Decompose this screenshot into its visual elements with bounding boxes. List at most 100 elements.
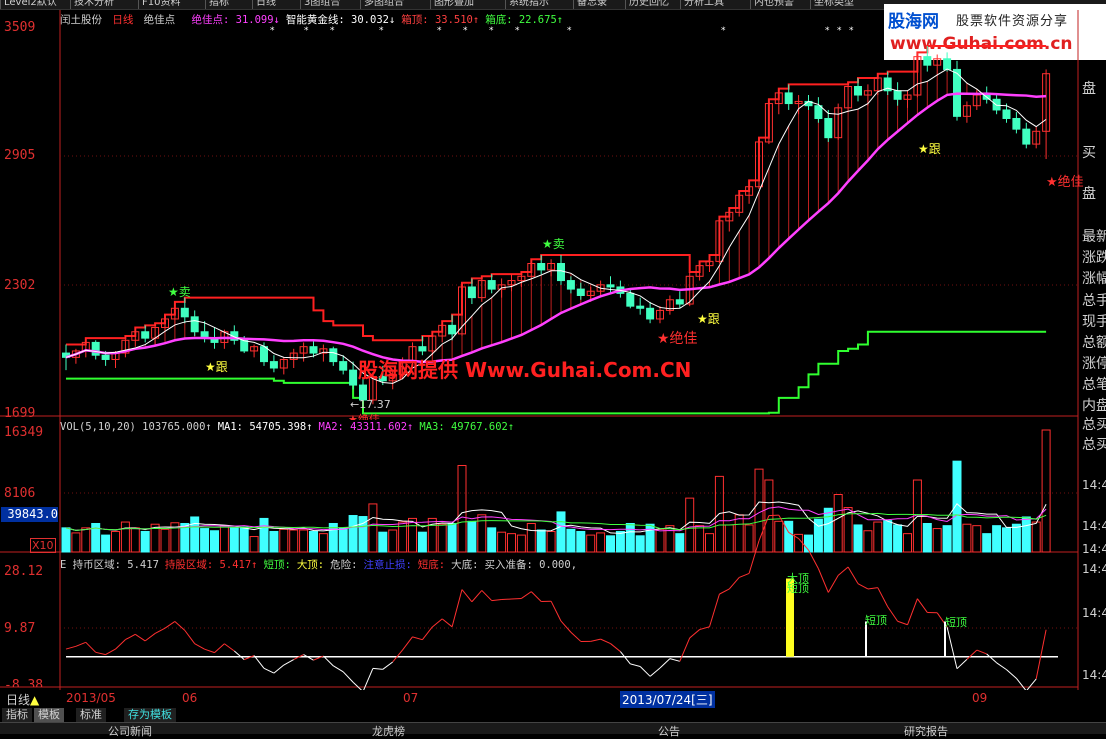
vol-bar-46	[517, 535, 525, 552]
date-09: 09	[972, 691, 987, 705]
menu-item-10[interactable]: 历史回忆	[625, 0, 669, 9]
vol-bar-32	[379, 532, 387, 552]
menu-item-8[interactable]: 系统指示	[505, 0, 549, 9]
vol-bar-62	[676, 534, 684, 552]
bottom-dragon-tiger[interactable]: 龙虎榜	[372, 723, 405, 739]
lower-axis-mid: 9.87	[4, 621, 35, 636]
vol-bar-51	[567, 529, 575, 552]
menu-item-11[interactable]: 分析工具	[680, 0, 724, 9]
vol-bar-93	[983, 534, 991, 552]
candle-91	[963, 101, 970, 122]
menu-item-5[interactable]: 3图组合	[300, 0, 340, 9]
candle-23	[290, 349, 297, 368]
top-dot-11: *	[837, 26, 842, 36]
osc-seg-59	[640, 666, 650, 676]
vol-bar-8	[141, 531, 149, 552]
vol-bar-58	[636, 536, 644, 552]
right-panel-item-8: 总额	[1082, 332, 1106, 352]
osc-seg-68	[729, 577, 739, 589]
signal-sell-1: ★卖	[168, 283, 191, 300]
menu-item-0[interactable]: Level2默认	[0, 0, 57, 9]
bottom-research[interactable]: 研究报告	[904, 723, 948, 739]
osc-seg-91	[957, 659, 967, 668]
tab-template[interactable]: 模板	[34, 708, 64, 722]
candle-81	[864, 84, 871, 105]
candle-84	[894, 82, 901, 105]
lower-legend-item-1: 持股区域: 5.417↑	[165, 559, 258, 571]
osc-seg-12	[175, 621, 185, 630]
date-06: 06	[182, 691, 197, 705]
vol-bar-96	[1012, 524, 1020, 552]
osc-seg-37	[422, 627, 432, 640]
right-panel-item-7: 现手	[1082, 311, 1106, 331]
bottom-announcement[interactable]: 公告	[658, 723, 680, 739]
vol-bar-17	[230, 528, 238, 552]
osc-seg-92	[967, 650, 977, 659]
menu-item-1[interactable]: 技术分析	[70, 0, 114, 9]
period-name: 日线	[112, 14, 133, 26]
lower-legend-item-5: 注意止损:	[363, 559, 411, 571]
main-legend-item-2: 箱顶: 33.510↑	[401, 14, 479, 26]
osc-seg-39	[442, 619, 452, 627]
lower-legend-item-8: 买入准备: 0.000,	[484, 559, 577, 571]
lower-legend-item-6: 短底:	[418, 559, 445, 571]
tab-standard[interactable]: 标准	[76, 708, 106, 722]
candle-24	[300, 342, 307, 361]
menu-item-13[interactable]: 坐标类型	[810, 0, 854, 9]
top-dot-5: *	[463, 26, 468, 36]
top-dot-9: *	[721, 26, 726, 36]
menu-item-9[interactable]: 备忘录	[573, 0, 607, 9]
right-panel-item-1: 买	[1082, 142, 1096, 162]
price-low-label: ←17.37	[350, 398, 391, 411]
candle-76	[815, 97, 822, 123]
vol-bar-59	[646, 524, 654, 552]
osc-seg-47	[521, 592, 531, 599]
stock-chart[interactable]: *************	[0, 10, 1080, 690]
menu-item-7[interactable]: 图形叠加	[430, 0, 474, 9]
vol-bar-7	[131, 528, 139, 552]
vol-bar-14	[201, 529, 209, 552]
vol-bar-40	[458, 466, 466, 552]
menu-item-12[interactable]: 内也预警	[750, 0, 794, 9]
cursor-date: 2013/07/24[三]	[620, 691, 715, 708]
vol-legend-item-2: MA2: 43311.602↑	[319, 421, 414, 433]
vol-legend-item-1: MA1: 54705.398↑	[218, 421, 313, 433]
vol-bar-64	[696, 526, 704, 552]
menu-item-2[interactable]: F10资料	[138, 0, 180, 9]
right-panel-item-6: 总手	[1082, 290, 1106, 310]
menu-item-6[interactable]: 多图组合	[360, 0, 404, 9]
vol-bar-10	[161, 529, 169, 552]
osc-seg-99	[1036, 630, 1046, 679]
candle-77	[825, 110, 832, 142]
menu-item-3[interactable]: 指标	[205, 0, 229, 9]
candle-98	[1033, 127, 1040, 148]
osc-seg-48	[531, 592, 541, 602]
candle-9	[152, 323, 159, 344]
osc-seg-29	[343, 672, 353, 682]
period-label[interactable]: 日线▲	[6, 691, 39, 708]
menu-item-4[interactable]: 日线	[252, 0, 276, 9]
stock-name: 闰土股份	[60, 14, 102, 26]
indicator-name: 绝佳点	[144, 14, 176, 26]
osc-seg-14	[195, 644, 205, 650]
signal-follow-3: ★跟	[918, 140, 941, 157]
bottom-company-news[interactable]: 公司新闻	[108, 723, 152, 739]
vol-bar-45	[508, 534, 516, 552]
osc-seg-87	[917, 599, 927, 613]
price-axis-3: 2302	[4, 278, 35, 293]
tab-indicator[interactable]: 指标	[2, 708, 32, 722]
osc-seg-7	[125, 634, 135, 639]
vol-bar-99	[1042, 430, 1050, 552]
vol-bar-50	[557, 512, 565, 552]
osc-seg-13	[185, 630, 195, 643]
osc-seg-2	[76, 642, 86, 646]
osc-seg-77	[818, 569, 828, 593]
osc-seg-67	[719, 589, 729, 594]
candle-42	[478, 276, 485, 302]
tab-save-template[interactable]: 存为模板	[124, 708, 176, 722]
candle-61	[666, 295, 673, 314]
osc-seg-80	[848, 567, 858, 584]
vol-bar-65	[706, 534, 714, 552]
vol-bar-25	[310, 531, 318, 552]
candle-3	[92, 340, 99, 359]
